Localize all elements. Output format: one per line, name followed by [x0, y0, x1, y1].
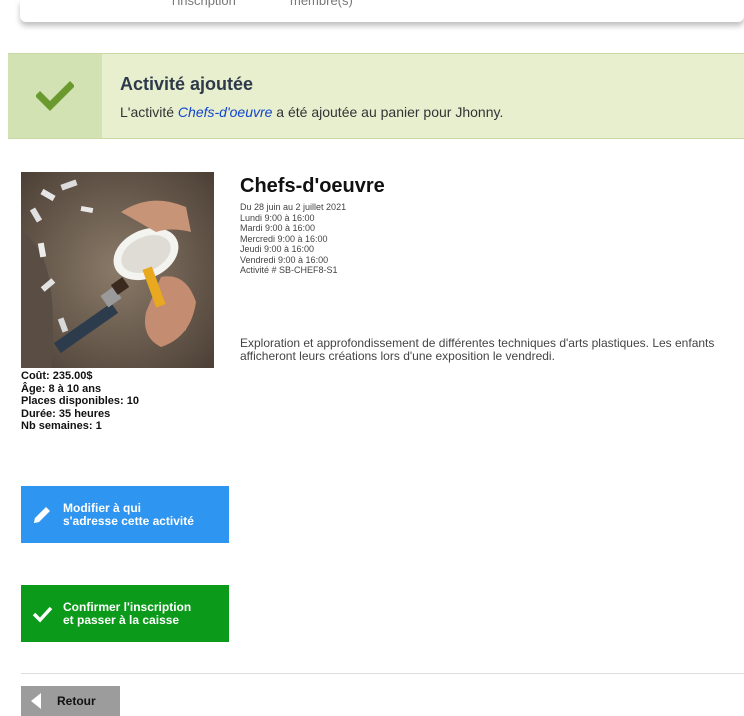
detail-age: Âge: 8 à 10 ans [21, 382, 102, 395]
activity-image [21, 172, 214, 368]
activity-link[interactable]: Chefs-d'oeuvre [178, 104, 273, 120]
footer-divider [21, 673, 744, 674]
banner-message-suffix: a été ajoutée au panier pour Jhonny. [272, 104, 504, 120]
schedule-tuesday: Mardi 9:00 à 16:00 [240, 223, 316, 233]
modify-label-line2: s'adresse cette activité [63, 513, 194, 528]
banner-title: Activité ajoutée [120, 74, 254, 94]
modify-label-line1: Modifier à qui [63, 500, 141, 515]
success-banner: Activité ajoutée L'activité Chefs-d'oeuv… [8, 53, 744, 139]
modify-recipient-button[interactable]: Modifier à qui s'adresse cette activité [21, 486, 229, 543]
activity-title: Chefs-d'oeuvre [240, 175, 385, 197]
schedule-wednesday: Mercredi 9:00 à 16:00 [240, 233, 328, 244]
banner-message: L'activité Chefs-d'oeuvre a été ajoutée … [120, 104, 503, 120]
detail-cost: Coût: 235.00$ [21, 370, 93, 382]
activity-description: Exploration et approfondissement de diff… [240, 336, 715, 363]
pencil-icon [34, 506, 50, 523]
detail-weeks: Nb semaines: 1 [21, 420, 102, 432]
confirm-label-line2: et passer à la caisse [63, 612, 180, 627]
back-button-label: Retour [57, 694, 96, 708]
detail-duration: Durée: 35 heures [21, 407, 111, 420]
confirm-label-line1: Confirmer l'inscription [63, 599, 192, 614]
tab-inscription[interactable]: l'inscription [172, 0, 236, 8]
detail-places: Places disponibles: 10 [21, 395, 139, 407]
schedule-monday: Lundi 9:00 à 16:00 [240, 212, 315, 223]
tab-membres[interactable]: membre(s) [290, 0, 353, 8]
schedule-dates: Du 28 juin au 2 juillet 2021 [240, 202, 347, 212]
confirm-button-label: Confirmer l'inscription et passer à la c… [63, 599, 192, 627]
activity-code: Activité # SB-CHEF8-S1 [240, 265, 338, 275]
modify-button-label: Modifier à qui s'adresse cette activité [63, 500, 194, 528]
schedule-friday: Vendredi 9:00 à 16:00 [240, 254, 329, 265]
schedule-thursday: Jeudi 9:00 à 16:00 [240, 244, 315, 254]
banner-message-prefix: L'activité [120, 104, 178, 120]
activity-details: Coût: 235.00$ Âge: 8 à 10 ans Places dis… [21, 370, 139, 433]
top-tab-bar: l'inscription membre(s) [20, 0, 744, 22]
activity-schedule: Du 28 juin au 2 juillet 2021 Lundi 9:00 … [240, 202, 346, 276]
confirm-checkout-button[interactable]: Confirmer l'inscription et passer à la c… [21, 585, 229, 642]
back-arrow-icon [31, 693, 41, 709]
checkmark-icon [32, 606, 53, 623]
success-check-icon [8, 54, 102, 138]
